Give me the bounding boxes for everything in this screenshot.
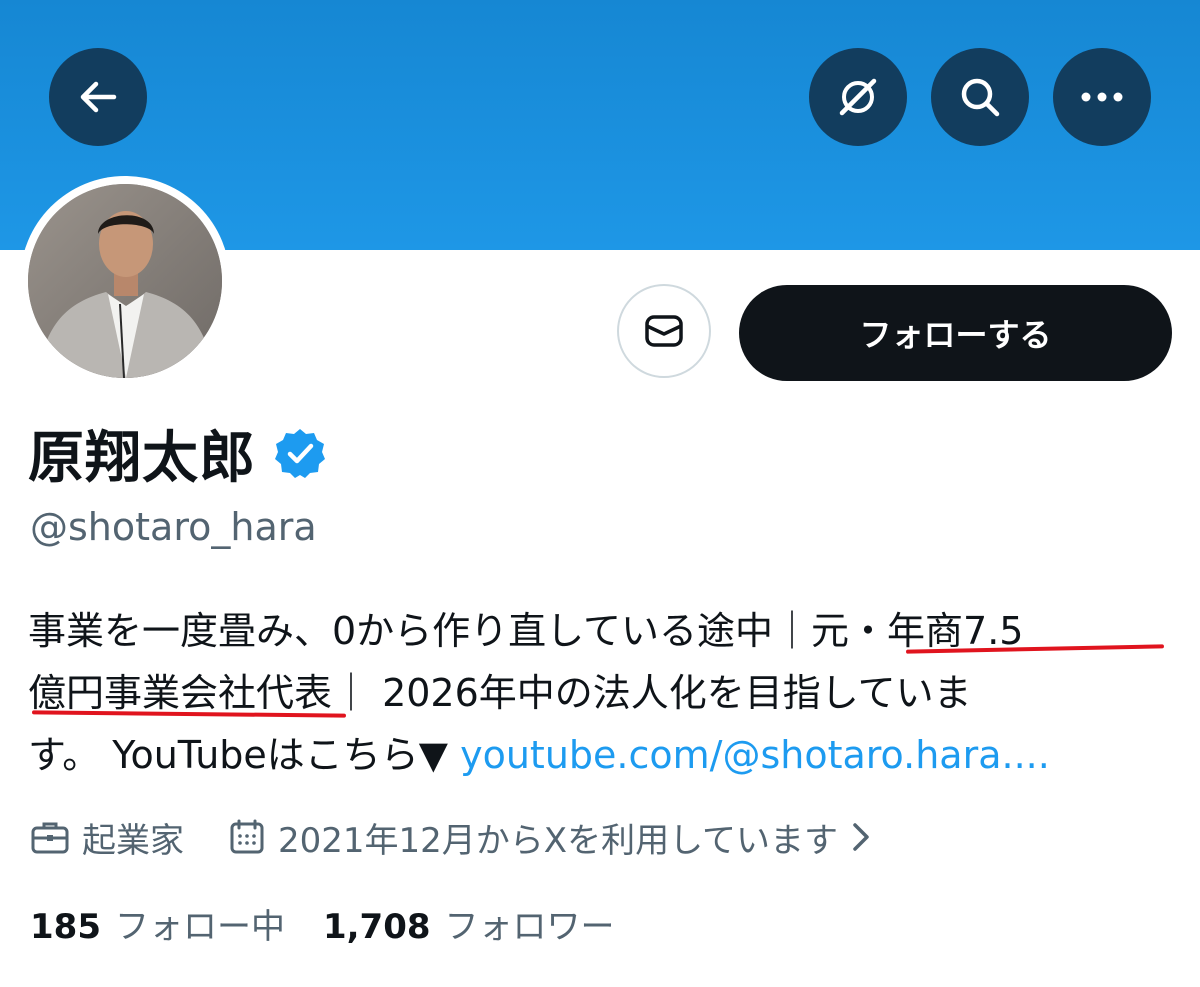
verified-badge-icon[interactable]: [274, 427, 326, 479]
grok-button[interactable]: [809, 48, 907, 146]
avatar[interactable]: [28, 184, 222, 378]
bio-line-1: 事業を一度畳み、0から作り直している途中｜元・年商7.5: [28, 600, 1178, 662]
joined-date-item[interactable]: 2021年12月からXを利用しています: [228, 813, 882, 862]
username-handle: @shotaro_hara: [30, 505, 317, 549]
display-name: 原翔太郎: [28, 425, 256, 491]
category-item: 起業家: [30, 813, 184, 862]
more-button[interactable]: [1053, 48, 1151, 146]
more-horizontal-icon: [1081, 92, 1123, 102]
following-label: フォロー中: [114, 906, 285, 947]
youtube-link[interactable]: youtube.com/@shotaro.hara....: [460, 733, 1050, 777]
category-label: 起業家: [82, 820, 184, 861]
profile-page: フォローする 原翔太郎 @shotaro_hara 事業を一度畳み、0から作り直…: [0, 0, 1200, 987]
bio-text-2: 億円事業会社代表｜ 2026年中の法人化を目指していま: [28, 671, 972, 715]
followers-label: フォロワー: [444, 906, 615, 947]
calendar-icon: [230, 819, 264, 854]
search-button[interactable]: [931, 48, 1029, 146]
message-button[interactable]: [617, 284, 711, 378]
bio-line-2: 億円事業会社代表｜ 2026年中の法人化を目指していま: [28, 662, 1178, 724]
avatar-photo: [28, 184, 222, 378]
joined-date-label: 2021年12月からXを利用しています: [278, 820, 839, 861]
name-row: 原翔太郎: [28, 418, 326, 491]
followers-stat[interactable]: 1,708 フォロワー: [323, 899, 615, 948]
followers-count: 1,708: [322, 906, 431, 947]
bio-text-1: 事業を一度畳み、0から作り直している途中｜元・年商7.5: [28, 609, 1024, 653]
search-icon: [961, 78, 1000, 117]
follow-button[interactable]: フォローする: [739, 285, 1172, 381]
grok-icon: [839, 78, 877, 116]
bio-text-3: す。 YouTubeはこちら▼: [28, 733, 461, 777]
follow-stats: 185 フォロー中 1,708 フォロワー: [30, 898, 615, 948]
following-stat[interactable]: 185 フォロー中: [30, 899, 285, 948]
bio-line-3: す。 YouTubeはこちら▼ youtube.com/@shotaro.har…: [28, 724, 1178, 786]
chevron-right-icon: [853, 823, 869, 851]
follow-button-label: フォローする: [859, 316, 1052, 354]
following-count: 185: [30, 906, 101, 947]
briefcase-icon: [31, 822, 69, 854]
profile-bio: 事業を一度畳み、0から作り直している途中｜元・年商7.5 億円事業会社代表｜ 2…: [28, 600, 1178, 786]
envelope-icon: [645, 315, 683, 347]
back-button[interactable]: [49, 48, 147, 146]
profile-meta: 起業家 2021年12月からXを利用しています: [30, 812, 882, 862]
arrow-left-icon: [80, 81, 117, 113]
